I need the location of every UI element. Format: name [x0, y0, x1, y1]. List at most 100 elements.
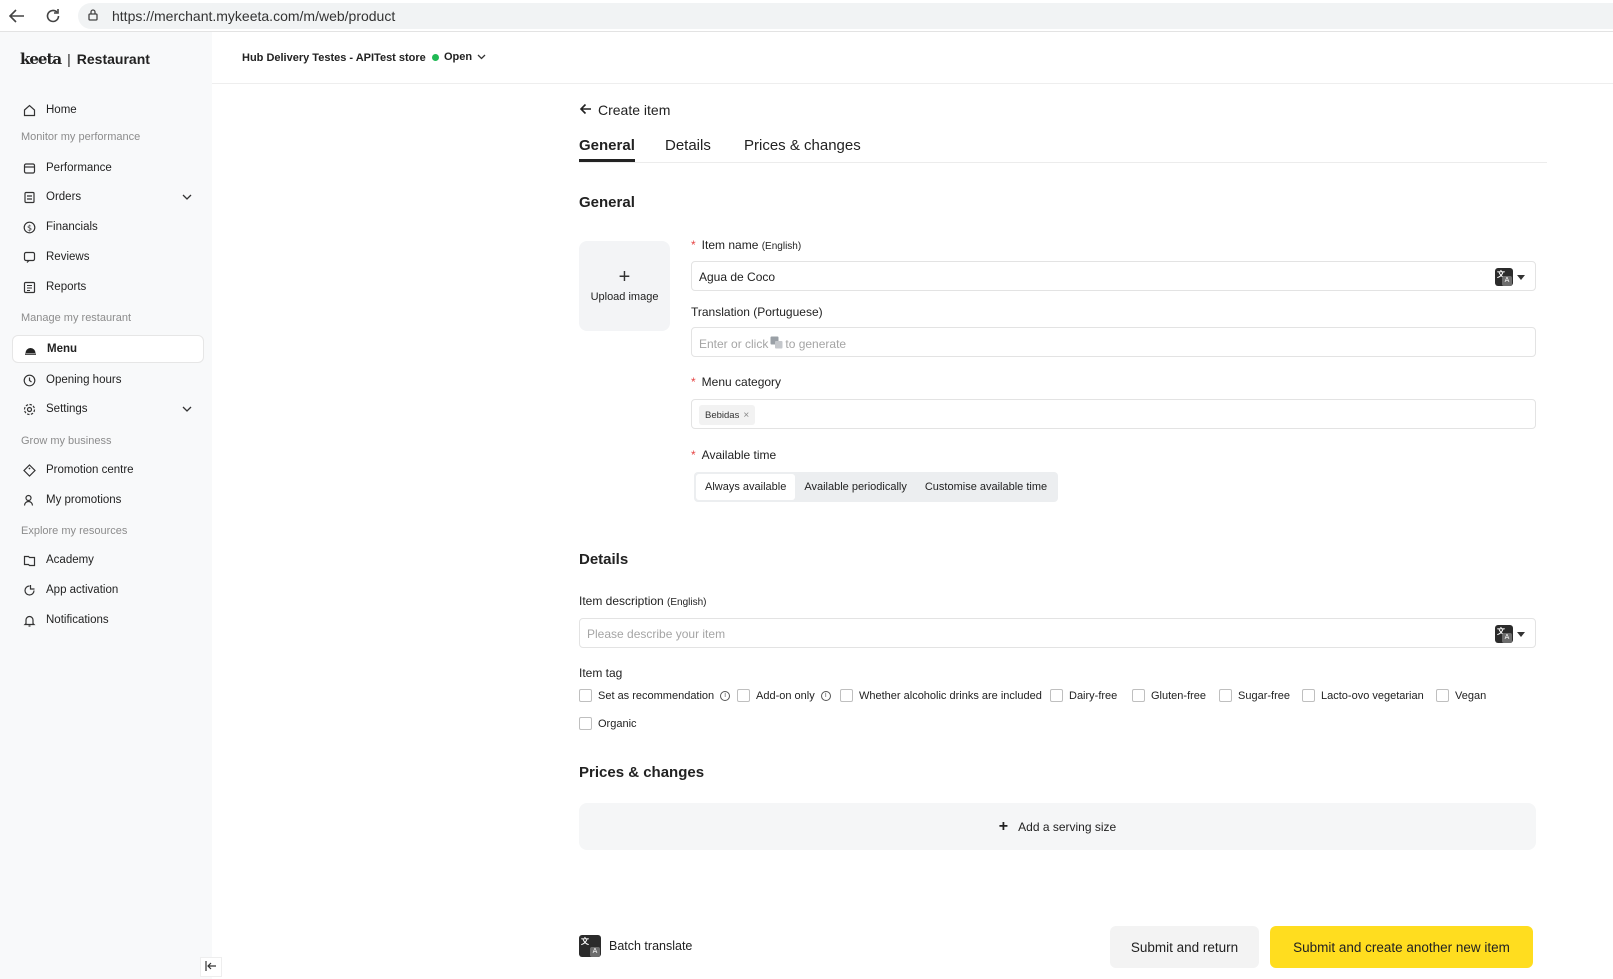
- info-icon[interactable]: i: [720, 690, 731, 701]
- section-title-details: Details: [579, 551, 629, 568]
- sidebar-item-financials[interactable]: $ Financials: [12, 213, 204, 241]
- checkbox[interactable]: [1132, 689, 1145, 702]
- sidebar-item-label: Notifications: [46, 614, 109, 626]
- option-customise-available-time[interactable]: Customise available time: [916, 474, 1056, 500]
- add-serving-size-button[interactable]: + Add a serving size: [579, 803, 1536, 850]
- plus-icon: +: [998, 817, 1009, 835]
- tag-set-as-recommendation[interactable]: Set as recommendation i: [579, 689, 731, 702]
- caret-down-icon: [1517, 631, 1525, 637]
- tag-label: Vegan: [1455, 689, 1487, 702]
- sidebar-item-reports[interactable]: Reports: [12, 273, 204, 301]
- sidebar-item-my-promotions[interactable]: My promotions: [12, 486, 204, 514]
- upload-image-button[interactable]: + Upload image: [579, 241, 670, 331]
- sidebar-item-label: Opening hours: [46, 374, 122, 386]
- logo-text: Restaurant: [76, 51, 150, 67]
- storefront-icon: [22, 161, 36, 175]
- item-name-input[interactable]: Agua de Coco 文A: [691, 261, 1536, 291]
- checkbox[interactable]: [1050, 689, 1063, 702]
- status-dot: [432, 53, 439, 61]
- tag-dairy-free[interactable]: Dairy-free: [1050, 689, 1117, 702]
- url-text: https://merchant.mykeeta.com/m/web/produ…: [112, 8, 396, 24]
- sidebar-item-reviews[interactable]: Reviews: [12, 243, 204, 271]
- tag-label: Whether alcoholic drinks are included: [859, 689, 1042, 702]
- section-monitor: Monitor my performance: [21, 131, 141, 143]
- tag-gluten-free[interactable]: Gluten-free: [1132, 689, 1206, 702]
- sidebar-item-app-activation[interactable]: App activation: [12, 576, 204, 604]
- sidebar-item-opening-hours[interactable]: Opening hours: [12, 366, 204, 394]
- checkbox[interactable]: [579, 689, 592, 702]
- batch-translate-button[interactable]: 文A Batch translate: [579, 935, 692, 957]
- tab-prices-changes[interactable]: Prices & changes: [744, 137, 861, 154]
- submit-and-return-button[interactable]: Submit and return: [1110, 926, 1259, 968]
- tag-label: Dairy-free: [1069, 689, 1118, 702]
- menu-category-label-text: Menu category: [701, 375, 782, 389]
- section-title-general: General: [579, 194, 635, 211]
- option-always-available[interactable]: Always available: [696, 474, 796, 500]
- close-icon[interactable]: ×: [743, 410, 749, 421]
- chevron-down-icon: [477, 51, 486, 63]
- checkbox[interactable]: [579, 717, 592, 730]
- tag-alcoholic-drinks[interactable]: Whether alcoholic drinks are included: [840, 689, 1042, 702]
- sidebar-item-menu[interactable]: Menu: [12, 335, 204, 363]
- sidebar-item-academy[interactable]: Academy: [12, 546, 204, 574]
- checkbox[interactable]: [1302, 689, 1315, 702]
- reload-icon[interactable]: [42, 6, 64, 26]
- back-arrow-icon[interactable]: [6, 6, 28, 26]
- sidebar-item-promotion-centre[interactable]: Promotion centre: [12, 456, 204, 484]
- sidebar-item-label: Reports: [46, 281, 87, 293]
- top-header: Hub Delivery Testes - APITest store Open: [212, 32, 1613, 84]
- item-description-input[interactable]: Please describe your item 文A: [579, 618, 1536, 648]
- sidebar-item-home[interactable]: Home: [12, 96, 204, 124]
- store-status-dropdown[interactable]: Open: [432, 51, 486, 63]
- dollar-icon: $: [22, 220, 36, 234]
- translate-icon: 文A: [579, 935, 601, 957]
- tag-vegan[interactable]: Vegan: [1436, 689, 1486, 702]
- tab-general[interactable]: General: [579, 137, 635, 154]
- site-info-icon[interactable]: [86, 8, 100, 25]
- translation-input[interactable]: Enter or click to generate: [691, 327, 1536, 357]
- sidebar-item-label: Promotion centre: [46, 464, 134, 476]
- option-available-periodically[interactable]: Available periodically: [795, 474, 916, 500]
- translate-icon: 文A: [1495, 625, 1513, 643]
- tag-add-on-only[interactable]: Add-on only i: [737, 689, 831, 702]
- logo-separator: |: [67, 51, 71, 67]
- translation-placeholder-pre: Enter or click: [699, 337, 769, 351]
- sidebar-item-orders[interactable]: Orders: [12, 183, 204, 211]
- logo[interactable]: keeta | Restaurant: [20, 50, 150, 68]
- tag-sugar-free[interactable]: Sugar-free: [1219, 689, 1290, 702]
- tag-lacto-ovo-vegetarian[interactable]: Lacto-ovo vegetarian: [1302, 689, 1424, 702]
- tab-details[interactable]: Details: [665, 137, 711, 154]
- sidebar-item-notifications[interactable]: Notifications: [12, 606, 204, 634]
- chevron-down-icon: [182, 403, 192, 415]
- translate-dropdown-button[interactable]: 文A: [1495, 625, 1525, 643]
- sidebar-item-performance[interactable]: Performance: [12, 154, 204, 182]
- checkbox[interactable]: [1436, 689, 1449, 702]
- item-description-label-text: Item description: [579, 594, 664, 608]
- plus-icon: +: [618, 266, 631, 288]
- back-link[interactable]: Create item: [579, 102, 670, 118]
- submit-and-create-new-button[interactable]: Submit and create another new item: [1270, 926, 1533, 968]
- item-description-label: Item description (English): [579, 594, 707, 608]
- tag-organic[interactable]: Organic: [579, 717, 637, 730]
- orders-icon: [22, 190, 36, 204]
- sidebar-item-label: Academy: [46, 554, 94, 566]
- address-bar[interactable]: https://merchant.mykeeta.com/m/web/produ…: [78, 3, 1613, 29]
- checkbox[interactable]: [840, 689, 853, 702]
- checkbox[interactable]: [1219, 689, 1232, 702]
- checkbox[interactable]: [737, 689, 750, 702]
- translate-dropdown-button[interactable]: 文A: [1495, 268, 1525, 286]
- page-title: Create item: [598, 102, 671, 118]
- category-chip: Bebidas ×: [699, 405, 756, 425]
- sidebar-item-label: My promotions: [46, 494, 122, 506]
- svg-text:$: $: [26, 223, 31, 232]
- reports-icon: [22, 280, 36, 294]
- sidebar-item-settings[interactable]: Settings: [12, 395, 204, 423]
- translate-icon[interactable]: [770, 336, 783, 352]
- available-time-label-text: Available time: [701, 448, 777, 462]
- collapse-sidebar-button[interactable]: [200, 957, 222, 977]
- info-icon[interactable]: i: [820, 690, 831, 701]
- item-name-label: * Item name (English): [691, 238, 801, 252]
- language-hint: (English): [667, 597, 707, 608]
- section-grow: Grow my business: [21, 435, 112, 447]
- menu-category-select[interactable]: Bebidas ×: [691, 399, 1536, 429]
